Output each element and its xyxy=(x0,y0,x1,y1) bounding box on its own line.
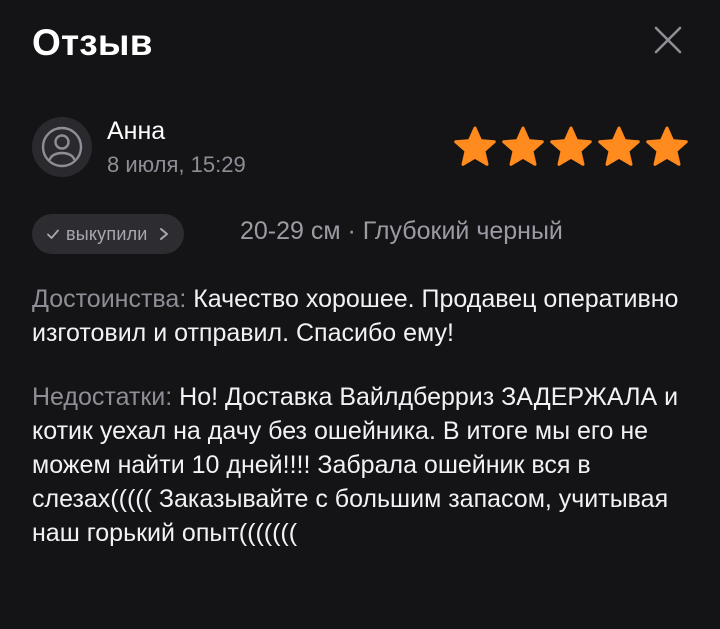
chevron-right-icon xyxy=(159,228,168,240)
close-icon xyxy=(654,26,682,54)
review-date: 8 июля, 15:29 xyxy=(107,152,246,177)
star-icon xyxy=(646,126,688,166)
rating-stars xyxy=(452,125,690,169)
cons-label: Недостатки: xyxy=(32,383,173,411)
star-icon xyxy=(502,126,544,166)
user-icon xyxy=(41,126,83,168)
pros-section: Достоинства: Качество хорошее. Продавец … xyxy=(32,282,692,350)
product-variant: 20-29 см · Глубокий черный xyxy=(240,217,563,245)
avatar xyxy=(32,117,92,177)
check-icon xyxy=(47,229,59,239)
purchased-badge[interactable]: выкупили xyxy=(32,214,184,254)
star-icon xyxy=(598,126,640,166)
star-icon xyxy=(550,126,592,166)
review-dialog: Отзыв Анна 8 июля, 15:29 выкупили 20-29 … xyxy=(0,0,720,629)
cons-section: Недостатки: Но! Доставка Вайлдберриз ЗАД… xyxy=(32,380,692,550)
close-button[interactable] xyxy=(648,20,688,60)
star-icon xyxy=(454,126,496,166)
review-author: Анна xyxy=(107,117,166,145)
pros-label: Достоинства: xyxy=(32,285,187,313)
dialog-title: Отзыв xyxy=(32,22,153,63)
badge-label: выкупили xyxy=(66,223,148,244)
